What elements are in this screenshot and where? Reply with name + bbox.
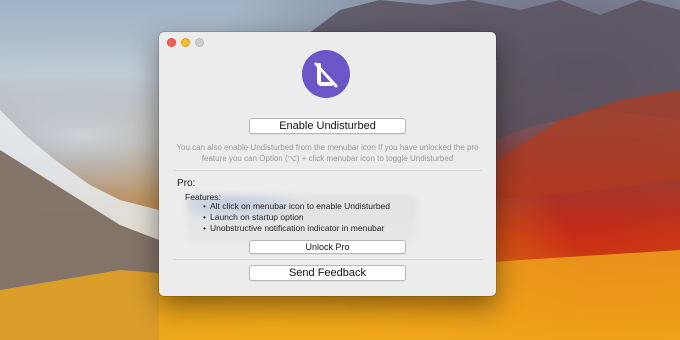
undisturbed-logo-icon: [302, 50, 350, 98]
feature-item: Launch on startup option: [203, 212, 390, 223]
pro-heading: Pro:: [177, 178, 196, 189]
close-button[interactable]: [167, 38, 176, 47]
feature-item: Alt click on menubar icon to enable Undi…: [203, 201, 390, 212]
window-controls: [167, 38, 204, 47]
separator: [173, 259, 482, 260]
unlock-pro-button[interactable]: Unlock Pro: [249, 240, 406, 254]
separator: [173, 170, 482, 171]
enable-undisturbed-button[interactable]: Enable Undisturbed: [249, 118, 406, 134]
zoom-button[interactable]: [195, 38, 204, 47]
minimize-button[interactable]: [181, 38, 190, 47]
undisturbed-window: Enable Undisturbed You can also enable U…: [159, 32, 496, 296]
features-list: Alt click on menubar icon to enable Undi…: [203, 201, 390, 234]
description-text: You can also enable Undisturbed from the…: [176, 143, 479, 163]
feature-item: Unobstructive notification indicator in …: [203, 223, 390, 234]
send-feedback-button[interactable]: Send Feedback: [249, 265, 406, 281]
